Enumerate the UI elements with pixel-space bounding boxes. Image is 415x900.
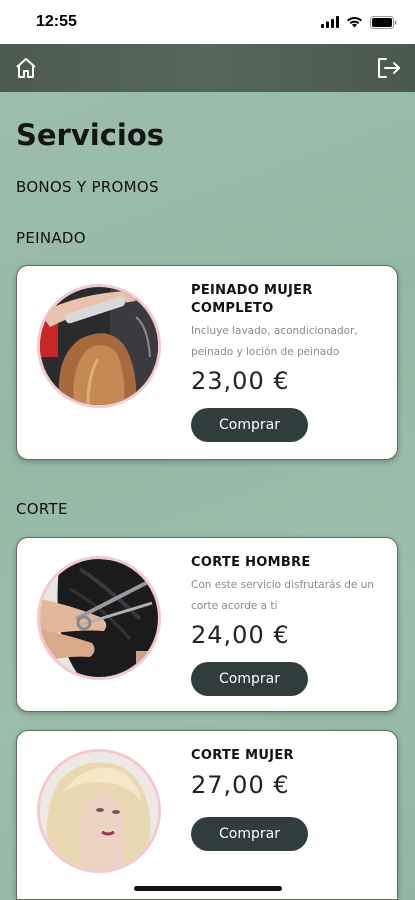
blonde-woman-portrait-photo <box>37 749 161 873</box>
service-info: PEINADO MUJER COMPLETO Incluye lavado, a… <box>191 282 387 395</box>
service-name: CORTE HOMBRE <box>191 555 311 570</box>
status-bar: 12:55 <box>0 0 415 44</box>
logout-icon <box>378 58 400 78</box>
status-time: 12:55 <box>36 13 77 30</box>
app-header <box>0 44 415 92</box>
buy-button[interactable]: Comprar <box>191 662 308 696</box>
haircut-scissors-photo <box>37 556 161 680</box>
home-icon <box>16 58 36 78</box>
logout-button[interactable] <box>375 54 403 82</box>
service-description: Incluye lavado, acondicionador, peinado … <box>191 325 358 358</box>
service-card-corte-hombre[interactable]: CORTE HOMBRE Con este servicio disfrutar… <box>16 537 398 712</box>
wifi-icon <box>347 16 362 28</box>
section-corte[interactable]: CORTE <box>16 500 68 518</box>
buy-button[interactable]: Comprar <box>191 408 308 442</box>
service-name: CORTE MUJER <box>191 748 294 763</box>
battery-icon <box>370 15 397 29</box>
signal-icon <box>321 16 339 28</box>
service-card-peinado-mujer[interactable]: PEINADO MUJER COMPLETO Incluye lavado, a… <box>16 265 398 460</box>
service-price: 27,00 € <box>191 771 290 799</box>
page-title: Servicios <box>16 118 165 152</box>
service-name: PEINADO MUJER COMPLETO <box>191 283 313 316</box>
service-description: Con este servicio disfrutarás de un cort… <box>191 579 375 612</box>
section-bonos-y-promos[interactable]: BONOS Y PROMOS <box>16 178 159 196</box>
service-info: CORTE MUJER 27,00 € <box>191 747 387 799</box>
service-price: 23,00 € <box>191 367 290 395</box>
hair-styling-photo <box>37 284 161 408</box>
home-indicator <box>134 886 282 891</box>
status-icons <box>321 15 397 29</box>
buy-button[interactable]: Comprar <box>191 817 308 851</box>
home-button[interactable] <box>12 54 40 82</box>
service-card-corte-mujer[interactable]: CORTE MUJER 27,00 € Comprar <box>16 730 398 900</box>
service-info: CORTE HOMBRE Con este servicio disfrutar… <box>191 554 387 649</box>
section-peinado[interactable]: PEINADO <box>16 229 86 247</box>
service-price: 24,00 € <box>191 621 290 649</box>
